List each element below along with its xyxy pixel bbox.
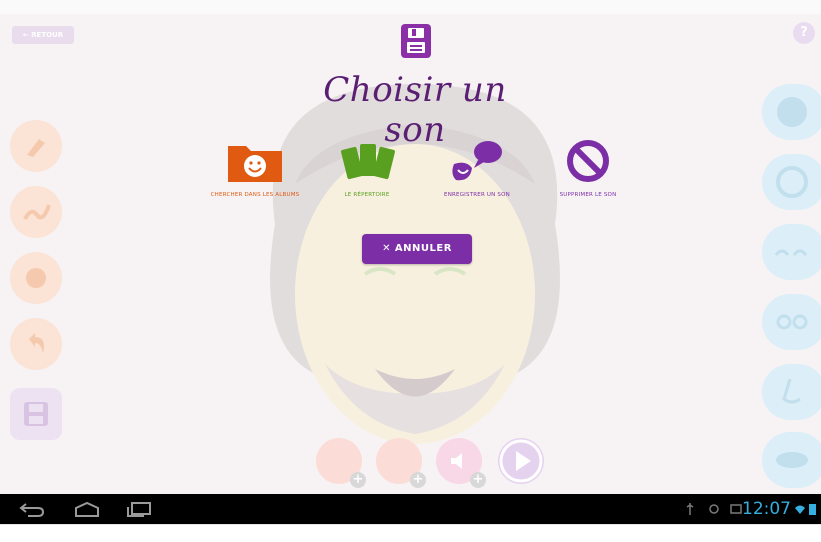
save-tool-button[interactable] (10, 388, 62, 440)
add-badge-icon: + (350, 472, 366, 488)
usb-icon (686, 503, 694, 515)
nose-icon (782, 378, 801, 404)
footer-strip (0, 524, 821, 542)
choose-sound-dialog: Choisir un son CHERCHER DANS LES ALBUMS … (0, 14, 821, 314)
option-search-albums[interactable]: CHERCHER DANS LES ALBUMS (210, 138, 300, 218)
option-record-sound[interactable]: ENREGISTRER UN SON (432, 138, 522, 218)
option-repertoire[interactable]: LE RÉPERTOIRE (322, 138, 412, 218)
android-debug-icon (709, 504, 719, 514)
speech-record-icon (452, 141, 502, 181)
add-badge-icon: + (470, 472, 486, 488)
mouth-icon (776, 452, 808, 468)
floppy-disk-icon (24, 402, 48, 426)
system-navigation-bar: 12:07 (0, 494, 821, 524)
screen: ← RETOUR ? + + + Choisir un son CHERCHER… (0, 0, 821, 542)
option-label: CHERCHER DANS LES ALBUMS (210, 192, 300, 198)
sound-slot-3-button[interactable]: + (436, 438, 486, 488)
cancel-button[interactable]: ✕ ANNULER (362, 234, 472, 264)
prohibited-icon (567, 140, 609, 182)
nose-button[interactable] (762, 364, 821, 420)
back-nav-icon[interactable] (18, 500, 46, 518)
undo-icon (29, 333, 44, 353)
sound-slot-2-button[interactable]: + (376, 438, 426, 488)
folder-smiley-icon (228, 146, 282, 182)
cards-icon (341, 144, 395, 180)
battery-icon (809, 504, 816, 515)
option-label: ENREGISTRER UN SON (444, 192, 510, 198)
gallery-notification-icon (730, 504, 742, 514)
option-delete-sound[interactable]: SUPPRIMER LE SON (543, 138, 633, 218)
play-icon (499, 439, 543, 483)
floppy-disk-icon (401, 24, 431, 58)
sound-slot-1-button[interactable]: + (316, 438, 366, 488)
add-badge-icon: + (410, 472, 426, 488)
speaker-icon (451, 453, 462, 469)
play-button[interactable] (498, 438, 544, 484)
home-nav-icon[interactable] (72, 500, 102, 518)
mouth-button[interactable] (762, 432, 821, 488)
status-clock: 12:07 (742, 499, 791, 519)
option-label: LE RÉPERTOIRE (344, 192, 390, 198)
wifi-icon (795, 505, 805, 514)
undo-tool-button[interactable] (10, 318, 62, 370)
option-label: SUPPRIMER LE SON (559, 192, 617, 198)
recent-apps-icon[interactable] (124, 500, 154, 518)
